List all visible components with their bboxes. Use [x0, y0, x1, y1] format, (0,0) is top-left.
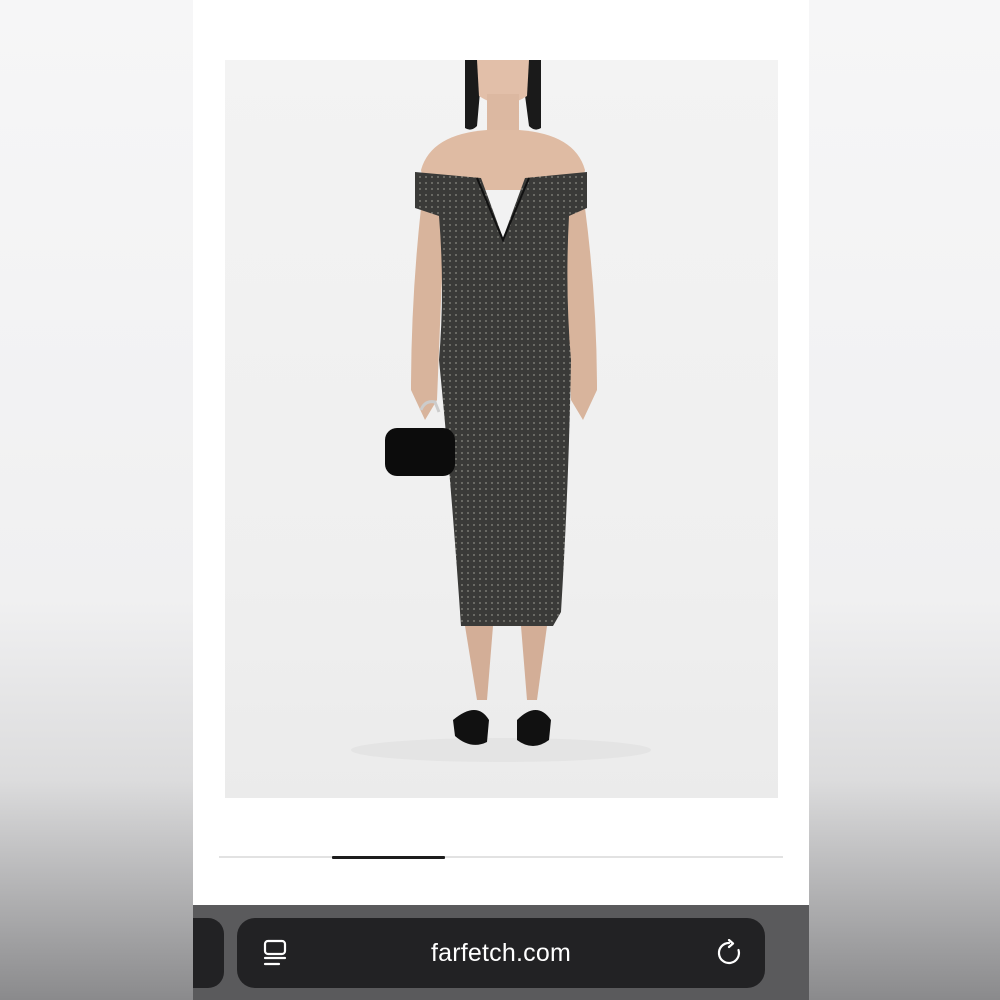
image-carousel-progress[interactable]: [219, 855, 783, 859]
address-bar[interactable]: farfetch.com: [237, 918, 765, 988]
background-left: [0, 0, 193, 1000]
model-illustration: [351, 60, 651, 762]
reload-icon[interactable]: [715, 939, 743, 967]
carousel-active-indicator: [331, 855, 445, 859]
previous-tab-peek[interactable]: [193, 918, 224, 988]
browser-toolbar: farfetch.com: [193, 905, 809, 1000]
product-image[interactable]: [225, 60, 778, 798]
url-text[interactable]: farfetch.com: [237, 918, 765, 988]
phone-screen: farfetch.com: [193, 0, 809, 1000]
background-right: [809, 0, 1000, 1000]
